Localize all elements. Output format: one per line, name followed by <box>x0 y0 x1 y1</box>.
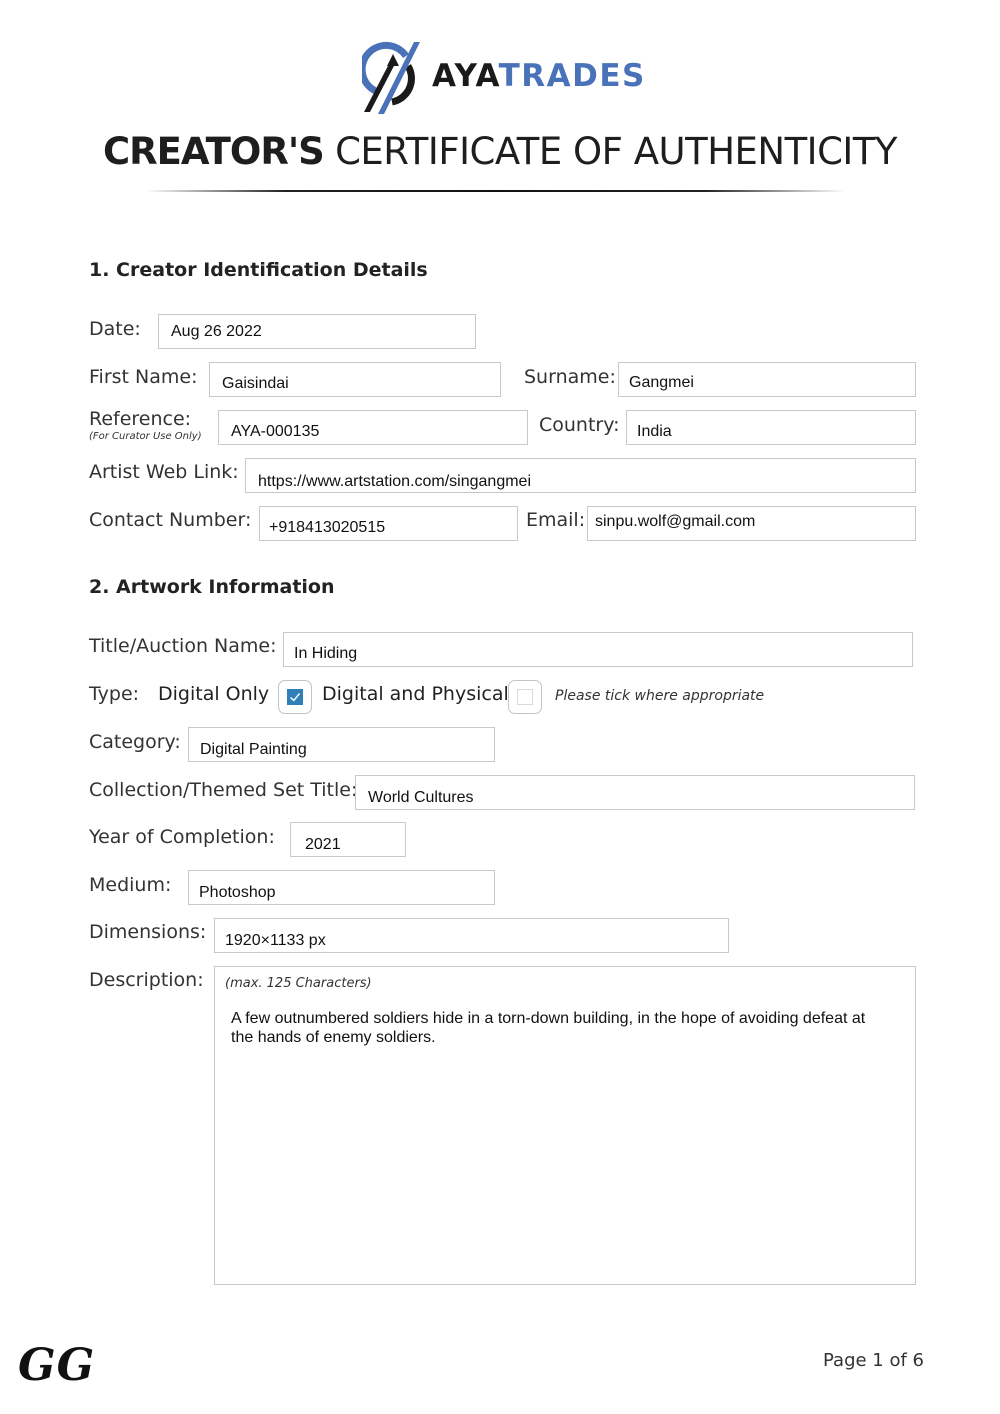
surname-value: Gangmei <box>629 374 694 391</box>
brand-name-dark: AYA <box>432 58 499 94</box>
surname-field[interactable]: Gangmei <box>618 362 916 397</box>
email-field[interactable]: sinpu.wolf@gmail.com <box>587 506 916 541</box>
checkmark-icon <box>290 693 301 702</box>
type-hint: Please tick where appropriate <box>555 688 765 704</box>
type-label: Type: <box>89 683 140 705</box>
description-hint: (max. 125 Characters) <box>225 976 372 991</box>
medium-label: Medium: <box>89 874 172 896</box>
category-field[interactable]: Digital Painting <box>188 727 495 762</box>
description-value: A few outnumbered soldiers hide in a tor… <box>231 1010 866 1046</box>
category-value: Digital Painting <box>200 741 307 758</box>
country-label: Country: <box>539 414 620 436</box>
contact-number-value: +918413020515 <box>269 519 386 536</box>
year-label: Year of Completion: <box>89 826 275 848</box>
country-field[interactable]: India <box>626 410 916 445</box>
medium-field[interactable]: Photoshop <box>188 870 495 905</box>
first-name-field[interactable]: Gaisindai <box>209 362 501 397</box>
title-label: Title/Auction Name: <box>89 635 277 657</box>
surname-label: Surname: <box>524 366 616 388</box>
certificate-title: CREATOR'S CERTIFICATE OF AUTHENTICITY <box>0 130 1000 173</box>
creator-signature: GG <box>18 1340 96 1391</box>
email-label: Email: <box>526 509 586 531</box>
collection-label: Collection/Themed Set Title: <box>89 779 358 801</box>
collection-field[interactable]: World Cultures <box>355 775 915 810</box>
checkbox-checked-fill <box>287 689 303 705</box>
digital-only-checkbox[interactable] <box>278 680 312 714</box>
medium-value: Photoshop <box>199 884 276 901</box>
contact-number-field[interactable]: +918413020515 <box>259 506 518 541</box>
reference-value: AYA-000135 <box>231 423 320 440</box>
page-number: Page 1 of 6 <box>823 1350 924 1371</box>
date-field[interactable]: Aug 26 2022 <box>158 314 476 349</box>
reference-field[interactable]: AYA-000135 <box>218 410 528 445</box>
description-label: Description: <box>89 969 204 991</box>
web-link-value: https://www.artstation.com/singangmei <box>258 473 532 490</box>
title-field[interactable]: In Hiding <box>283 632 913 667</box>
category-label: Category: <box>89 731 181 753</box>
date-value: Aug 26 2022 <box>171 323 262 340</box>
title-light: CERTIFICATE OF AUTHENTICITY <box>335 130 898 173</box>
contact-number-label: Contact Number: <box>89 509 252 531</box>
brand-name-blue: TRADES <box>498 58 646 94</box>
title-bold: CREATOR'S <box>102 130 325 173</box>
digital-physical-checkbox[interactable] <box>508 680 542 714</box>
checkbox-empty-box <box>517 689 533 705</box>
section-2-heading: 2. Artwork Information <box>89 576 335 598</box>
type-option-digital-physical-label: Digital and Physical <box>322 683 509 705</box>
description-field[interactable]: (max. 125 Characters) A few outnumbered … <box>214 966 916 1285</box>
email-value: sinpu.wolf@gmail.com <box>595 513 756 530</box>
web-link-field[interactable]: https://www.artstation.com/singangmei <box>245 458 916 493</box>
dimensions-field[interactable]: 1920×1133 px <box>214 918 729 953</box>
title-divider <box>145 190 845 192</box>
reference-label: Reference: <box>89 408 192 430</box>
web-link-label: Artist Web Link: <box>89 461 239 483</box>
first-name-label: First Name: <box>89 366 198 388</box>
country-value: India <box>637 423 672 440</box>
title-value: In Hiding <box>294 645 358 662</box>
ayatrades-logo: AYATRADES <box>362 40 644 118</box>
section-1-heading: 1. Creator Identification Details <box>89 259 428 281</box>
ayatrades-logo-icon <box>362 41 420 114</box>
year-field[interactable]: 2021 <box>290 822 406 857</box>
reference-sublabel: (For Curator Use Only) <box>89 431 202 442</box>
brand-name: AYATRADES <box>432 58 646 94</box>
dimensions-label: Dimensions: <box>89 921 207 943</box>
year-value: 2021 <box>305 836 341 853</box>
date-label: Date: <box>89 318 141 340</box>
first-name-value: Gaisindai <box>222 375 289 392</box>
collection-value: World Cultures <box>368 789 474 806</box>
dimensions-value: 1920×1133 px <box>225 932 326 949</box>
type-option-digital-only-label: Digital Only <box>158 683 270 705</box>
